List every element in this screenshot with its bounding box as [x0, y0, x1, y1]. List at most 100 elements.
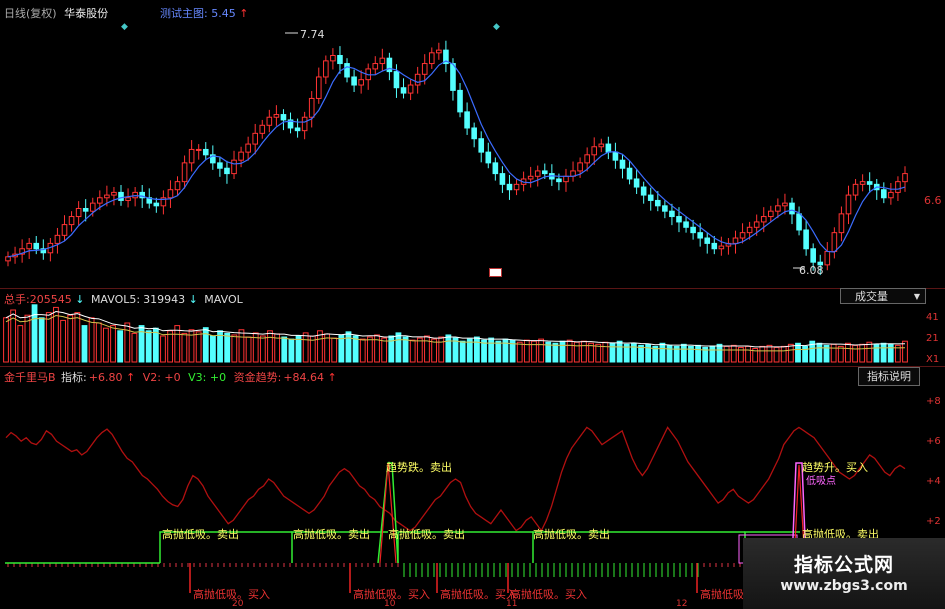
candle-body	[669, 210, 675, 218]
fund-trend-value: +84.64	[283, 371, 325, 384]
volume-bar	[609, 342, 616, 363]
volume-bar	[210, 335, 216, 363]
candle-body	[224, 167, 230, 175]
candle-body	[619, 159, 626, 169]
candle-body	[859, 181, 866, 185]
up-arrow-icon: ↑	[327, 371, 337, 384]
candle-body	[181, 162, 188, 183]
candle-body	[245, 143, 251, 153]
candle-body	[26, 242, 32, 250]
candle-body	[739, 232, 746, 239]
candle-body	[704, 237, 711, 244]
volume-bar	[31, 304, 38, 363]
diamond-marker-icon: ◆	[121, 22, 128, 32]
volume-bar	[523, 339, 530, 363]
candle-body	[824, 250, 831, 266]
volume-bar	[488, 337, 495, 363]
price-chart[interactable]	[0, 0, 945, 290]
volume-bar	[167, 330, 174, 363]
volume-chart[interactable]	[0, 304, 945, 364]
candle-body	[238, 151, 244, 161]
candle-body	[881, 189, 887, 199]
volume-bar	[581, 340, 587, 363]
candle-body	[640, 186, 647, 196]
candle-body	[789, 202, 795, 215]
volume-bar	[145, 330, 152, 363]
candle-body	[647, 194, 654, 201]
volume-bar	[117, 330, 124, 363]
watermark-title: 指标公式网	[793, 554, 894, 576]
signal-label-sell: 高抛低吸。卖出	[533, 528, 610, 541]
volume-bar	[695, 344, 701, 363]
volume-bar	[780, 345, 787, 363]
candle-body	[478, 138, 485, 153]
volume-bar	[616, 340, 623, 363]
volume-bar	[723, 345, 730, 363]
volume-bar	[45, 312, 52, 363]
candle-body	[259, 124, 266, 134]
volume-bar	[388, 335, 395, 363]
candle-body	[231, 159, 237, 175]
volume-bar	[745, 345, 751, 363]
candle-body	[82, 208, 89, 212]
status-marker-icon	[489, 268, 502, 277]
volume-bar	[659, 342, 666, 363]
candle-body	[266, 116, 273, 126]
volume-bar	[416, 337, 423, 363]
dropdown-label: 成交量	[855, 290, 888, 303]
volume-bar	[224, 332, 231, 363]
candle-body	[379, 57, 386, 65]
indicator-axis-label: +8	[926, 396, 941, 407]
candle-body	[428, 52, 435, 65]
indicator-help-button[interactable]: 指标说明	[858, 367, 920, 386]
candle-body	[697, 232, 703, 239]
candle-body	[414, 73, 421, 86]
candle-body	[810, 248, 816, 263]
volume-bar	[195, 331, 202, 363]
candle-body	[662, 205, 668, 212]
diamond-marker-icon: ◆	[493, 22, 500, 32]
candle-body	[584, 154, 590, 164]
candle-body	[337, 55, 343, 65]
volume-bar	[259, 335, 266, 363]
volume-bar	[538, 338, 545, 363]
period-label: 日线(复权)	[4, 7, 57, 20]
volume-bar	[802, 345, 809, 363]
volume-bar	[67, 314, 74, 363]
time-axis-tick: 20	[232, 599, 244, 609]
candle-body	[598, 143, 605, 148]
candle-body	[471, 127, 477, 140]
candle-body	[746, 226, 753, 234]
indicator-index-label: 指标:	[61, 371, 87, 384]
candle-body	[294, 127, 301, 132]
volume-bar	[124, 322, 131, 363]
candle-body	[33, 242, 40, 250]
volume-bar	[302, 332, 309, 363]
volume-bar	[666, 344, 673, 363]
volume-bar	[873, 343, 880, 363]
volume-bar	[202, 327, 209, 363]
candle-body	[506, 183, 513, 191]
candle-body	[153, 202, 160, 207]
candle-body	[690, 226, 696, 234]
indicator-axis-label: +2	[926, 516, 941, 527]
up-arrow-icon: ↑	[125, 371, 136, 384]
candle-body	[372, 63, 379, 70]
indicator-index-value: +6.80	[88, 371, 123, 384]
moving-average-line	[7, 60, 906, 258]
volume-indicator-dropdown[interactable]: 成交量 ▼	[840, 288, 926, 304]
signal-label-sell: 高抛低吸。卖出	[293, 528, 370, 541]
candle-body	[796, 213, 802, 231]
indicator-axis-label: +4	[926, 476, 941, 487]
volume-bar	[845, 342, 851, 363]
candle-body	[485, 151, 492, 164]
time-axis-tick: 12	[676, 599, 688, 609]
high-price-label: 7.74	[300, 28, 325, 41]
candle-body	[633, 178, 640, 188]
candle-body	[803, 229, 809, 250]
candle-body	[563, 175, 569, 183]
candle-body	[577, 162, 583, 172]
volume-bar	[245, 336, 252, 363]
volume-bar	[131, 332, 138, 363]
candle-body	[301, 116, 308, 132]
